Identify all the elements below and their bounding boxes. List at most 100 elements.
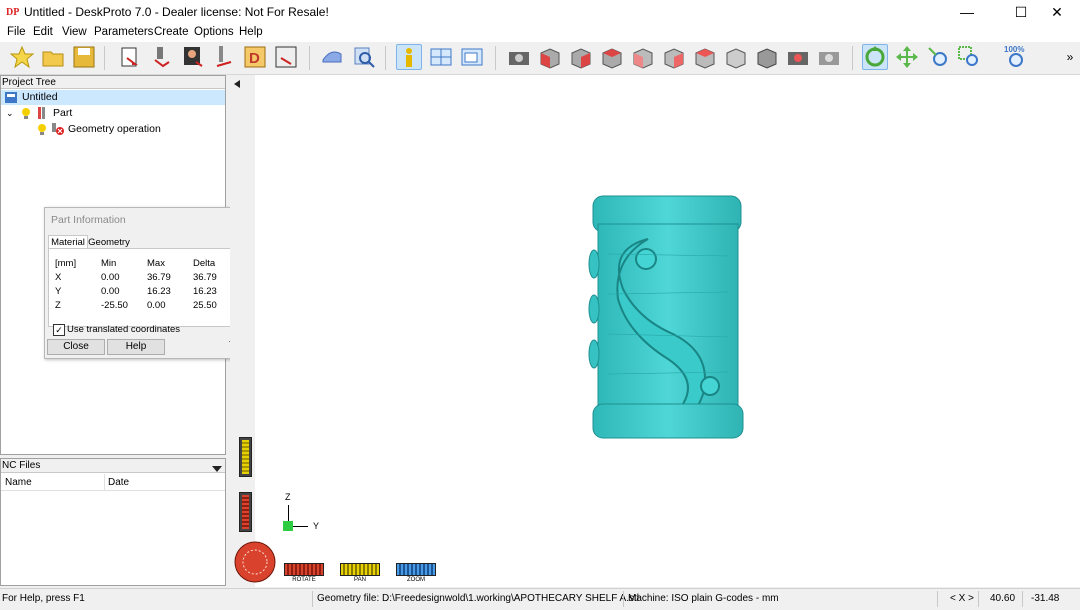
save-icon[interactable] [71, 44, 97, 70]
view-cube-right-icon[interactable] [661, 44, 687, 70]
view-cube-solid-icon[interactable] [754, 44, 780, 70]
dialog-title: Part Information [51, 214, 126, 226]
zoom-100-icon[interactable]: 100% [1003, 44, 1029, 70]
row-delta: 36.79 [193, 272, 217, 283]
menu-parameters[interactable]: Parameters [94, 26, 153, 38]
view-cube-top-icon[interactable] [692, 44, 718, 70]
view-cube-back-icon[interactable] [599, 44, 625, 70]
status-machine: Machine: ISO plain G-codes - mm [628, 593, 779, 604]
part-info-icon[interactable] [396, 44, 422, 70]
rotate-mode-icon[interactable] [862, 44, 888, 70]
layout-icon[interactable] [428, 44, 454, 70]
view-cube-left-icon[interactable] [630, 44, 656, 70]
pan-mode-icon[interactable] [894, 44, 920, 70]
nc-files-columns: Name Date [1, 474, 225, 491]
lightbulb-icon[interactable] [37, 123, 47, 141]
axis-y-label: Y [313, 521, 320, 531]
row-min: -25.50 [101, 300, 128, 311]
tree-item-label: Untitled [22, 91, 58, 103]
axis-z-label: Z [285, 492, 291, 502]
simulation-icon[interactable] [319, 44, 345, 70]
pan-control[interactable]: PAN [340, 563, 380, 583]
status-bar: For Help, press F1 Geometry file: D:\Fre… [0, 588, 1080, 610]
row-axis: X [55, 272, 62, 283]
column-date[interactable]: Date [108, 477, 129, 488]
column-divider[interactable] [104, 474, 105, 490]
tree-item-part[interactable]: ⌄ Part [1, 106, 225, 121]
bitmap-import-icon[interactable] [180, 44, 206, 70]
row-axis: Y [55, 286, 62, 297]
tree-item-untitled[interactable]: Untitled [1, 90, 225, 105]
row-max: 0.00 [147, 300, 166, 311]
window-title: Untitled - DeskProto 7.0 - Dealer licens… [24, 5, 329, 19]
row-max: 16.23 [147, 286, 171, 297]
zoom-window-icon[interactable] [956, 44, 982, 70]
status-geometry-file: Geometry file: D:\Freedesignwold\1.worki… [317, 593, 639, 604]
column-name[interactable]: Name [5, 477, 32, 488]
view-cube-iso-icon[interactable] [537, 44, 563, 70]
project-tree-header: Project Tree [1, 76, 225, 89]
menu-create[interactable]: Create [154, 26, 189, 38]
cutter-icon[interactable] [211, 44, 237, 70]
toolbar-overflow[interactable]: » [1062, 44, 1078, 70]
menu-view[interactable]: View [62, 26, 87, 38]
title-bar: DP Untitled - DeskProto 7.0 - Dealer lic… [0, 0, 1080, 24]
nc-files-header: NC Files [1, 459, 225, 473]
add-part-icon[interactable] [149, 44, 175, 70]
yellow-slider[interactable] [239, 437, 252, 477]
rotate-wheel[interactable] [234, 541, 276, 583]
dxf-import-icon[interactable]: D [242, 44, 268, 70]
help-button[interactable]: Help [107, 339, 165, 355]
svg-text:100%: 100% [1004, 45, 1024, 54]
3d-model-shelf-bracket[interactable] [588, 194, 748, 440]
status-axis-toggle[interactable]: < X > [950, 593, 974, 604]
tree-item-label: Part [53, 107, 73, 119]
camera-refresh-icon[interactable] [785, 44, 811, 70]
deskproto-app-icon[interactable]: DP [5, 3, 21, 19]
open-folder-icon[interactable] [40, 44, 66, 70]
tree-item-label: Geometry operation [68, 123, 161, 135]
geometry-operation-icon [50, 122, 66, 141]
chevron-down-icon[interactable]: ⌄ [6, 106, 14, 121]
camera-icon[interactable] [506, 44, 532, 70]
menu-bar: File Edit View Parameters Create Options… [0, 24, 1080, 42]
window-icon[interactable] [459, 44, 485, 70]
menu-file[interactable]: File [7, 26, 26, 38]
pan-label: PAN [354, 577, 366, 583]
header-max: Max [147, 258, 165, 269]
close-button[interactable]: ✕ [1034, 0, 1080, 24]
zoom-control[interactable]: ZOOM [396, 563, 436, 583]
translated-coords-label: Use translated coordinates [67, 324, 181, 335]
row-delta: 16.23 [193, 286, 217, 297]
menu-help[interactable]: Help [239, 26, 263, 38]
preview-icon[interactable] [351, 44, 377, 70]
import-geometry-icon[interactable] [117, 44, 143, 70]
zoom-mode-icon[interactable] [925, 44, 951, 70]
status-help: For Help, press F1 [2, 593, 85, 604]
header-min: Min [101, 258, 117, 269]
svg-text:DP: DP [6, 7, 19, 18]
status-coord-1: 40.60 [990, 593, 1016, 604]
minimize-button[interactable]: — [944, 0, 990, 24]
collapse-arrow-icon[interactable] [234, 79, 240, 91]
status-coord-2: -31.48 [1031, 593, 1060, 604]
rotate-label: ROTATE [292, 577, 316, 583]
close-dialog-button[interactable]: Close [47, 339, 105, 355]
red-slider[interactable] [239, 492, 252, 532]
menu-edit[interactable]: Edit [33, 26, 53, 38]
view-cube-front-icon[interactable] [568, 44, 594, 70]
rotate-control[interactable]: ROTATE [284, 563, 324, 583]
camera-reset-icon[interactable] [816, 44, 842, 70]
tree-item-geometry-operation[interactable]: Geometry operation [1, 122, 225, 137]
axis-indicator: Z Y [282, 492, 326, 538]
row-max: 36.79 [147, 272, 171, 283]
view-cube-gray-icon[interactable] [723, 44, 749, 70]
header-unit: [mm] [55, 258, 77, 269]
svg-text:D: D [249, 50, 260, 67]
save-nc-icon[interactable] [273, 44, 299, 70]
part-information-dialog: Part Information Material Geometry [mm] … [44, 207, 247, 359]
nc-files-panel: NC Files Name Date [0, 458, 226, 586]
translated-coords-checkbox[interactable]: ✓ [53, 324, 65, 336]
menu-options[interactable]: Options [194, 26, 234, 38]
new-project-icon[interactable] [9, 44, 35, 70]
